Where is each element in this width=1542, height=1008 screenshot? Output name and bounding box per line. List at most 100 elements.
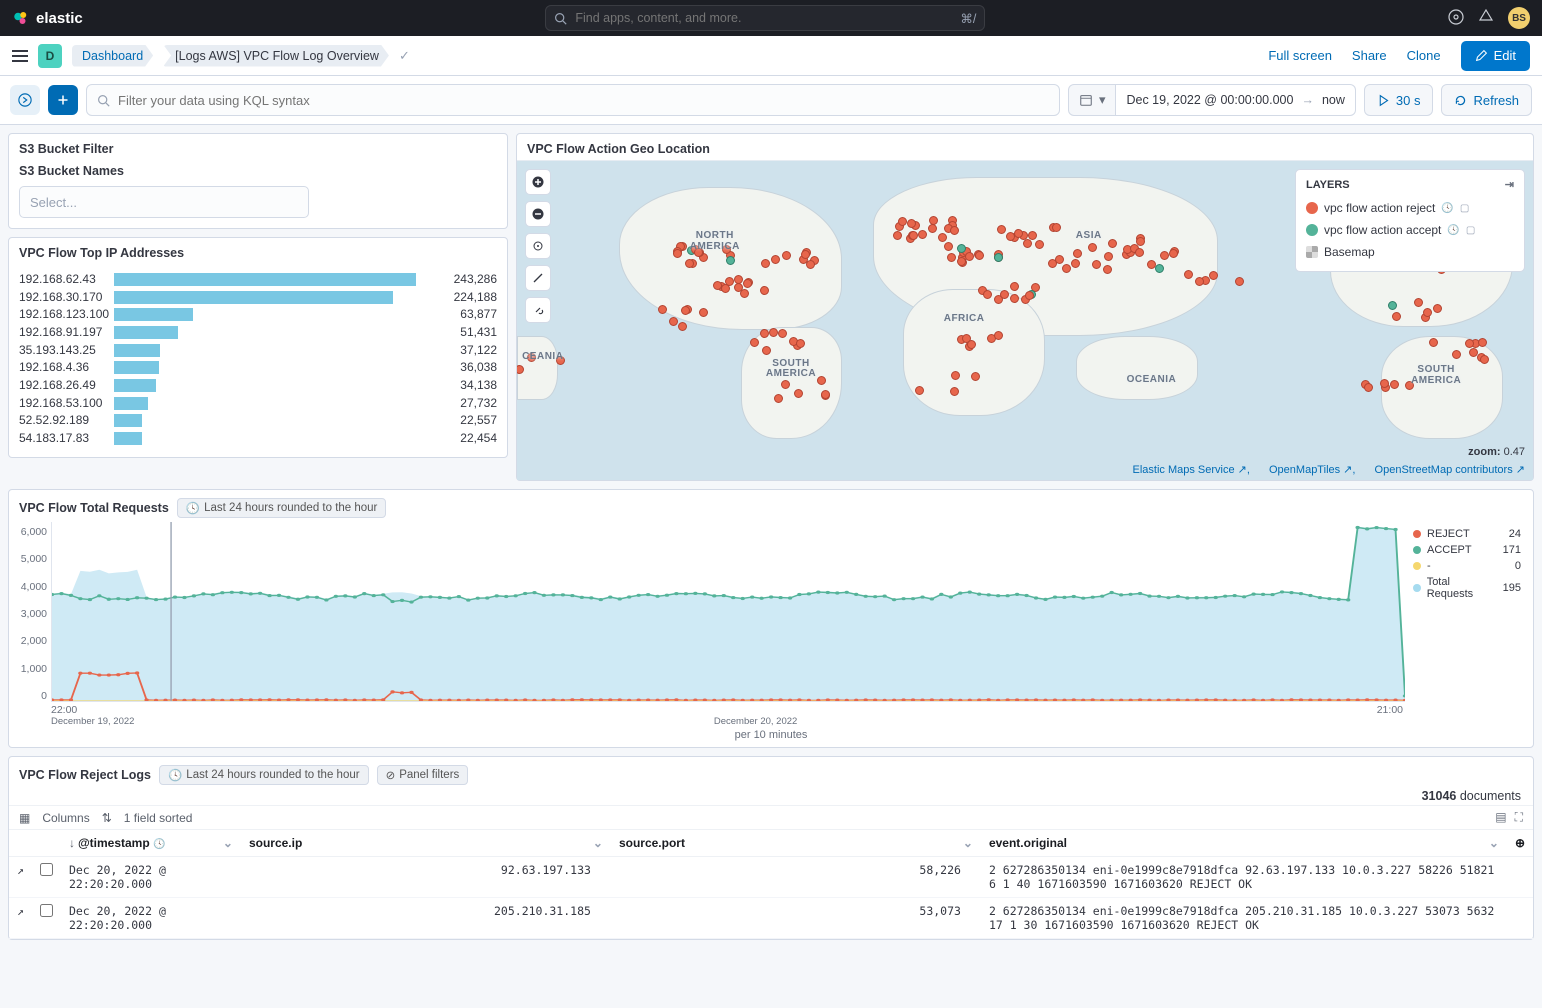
cell-event-original: 2 627286350134 eni-0e1999c8e7918dfca 92.…	[981, 857, 1507, 898]
header-timestamp[interactable]: ↓@timestamp 🕓⌄	[61, 830, 241, 857]
row-checkbox[interactable]	[40, 863, 53, 876]
cell-event-original: 2 627286350134 eni-0e1999c8e7918dfca 205…	[981, 898, 1507, 939]
ip-address: 192.168.4.36	[19, 360, 114, 374]
nav-toggle[interactable]	[12, 50, 28, 62]
share-link[interactable]: Share	[1352, 48, 1387, 63]
continent-oc: OCEANIA	[1127, 375, 1177, 386]
panel-filters-chip[interactable]: ⊘Panel filters	[377, 765, 469, 785]
legend-accept[interactable]: ACCEPT171	[1413, 542, 1521, 558]
panel-top-ips: VPC Flow Top IP Addresses 192.168.62.432…	[8, 237, 508, 458]
layer-basemap[interactable]: Basemap	[1306, 241, 1514, 263]
ip-row[interactable]: 192.168.30.170224,188	[19, 288, 497, 306]
ip-row[interactable]: 192.168.53.10027,732	[19, 394, 497, 412]
global-search-input[interactable]	[575, 11, 952, 25]
app-badge[interactable]: D	[38, 44, 62, 68]
ip-row[interactable]: 192.168.4.3636,038	[19, 358, 497, 376]
chevron-down-icon[interactable]: ⌄	[223, 836, 233, 850]
table-row[interactable]: ↗Dec 20, 2022 @ 22:20:20.000205.210.31.1…	[9, 898, 1533, 939]
panel-total-requests: VPC Flow Total Requests 🕓 Last 24 hours …	[8, 489, 1534, 748]
help-icon[interactable]	[1448, 9, 1464, 28]
chevron-down-icon: ▾	[1099, 92, 1106, 108]
sort-label[interactable]: 1 field sorted	[124, 811, 193, 825]
column-add[interactable]: ⊕	[1507, 830, 1533, 857]
header-source-ip[interactable]: source.ip⌄	[241, 830, 611, 857]
kql-input[interactable]	[118, 93, 1049, 108]
date-picker-toggle[interactable]: ▾	[1068, 84, 1117, 116]
tools-button[interactable]	[525, 297, 551, 323]
newsfeed-icon[interactable]	[1478, 9, 1494, 28]
ip-row[interactable]: 192.168.91.19751,431	[19, 323, 497, 341]
refresh-interval[interactable]: 30 s	[1364, 84, 1434, 116]
requests-chart[interactable]	[51, 522, 1405, 702]
layer-accept[interactable]: vpc flow action accept 🕓 ▢	[1306, 219, 1514, 241]
kql-input-wrap[interactable]	[86, 84, 1060, 116]
clone-link[interactable]: Clone	[1407, 48, 1441, 63]
attr-link[interactable]: Elastic Maps Service ↗	[1125, 464, 1247, 476]
target-icon	[532, 240, 544, 252]
legend-total[interactable]: Total Requests195	[1413, 574, 1521, 602]
table-row[interactable]: ↗Dec 20, 2022 @ 22:20:20.00092.63.197.13…	[9, 857, 1533, 898]
header-event-original[interactable]: event.original⌄	[981, 830, 1507, 857]
expand-row-icon[interactable]: ↗	[9, 857, 32, 898]
cell-timestamp: Dec 20, 2022 @ 22:20:20.000	[61, 898, 241, 939]
draw-shape-button[interactable]	[525, 265, 551, 291]
time-chip[interactable]: 🕓 Last 24 hours rounded to the hour	[177, 498, 387, 518]
density-icon[interactable]: ▤	[1495, 810, 1506, 825]
layer-clock-icon: 🕓	[1447, 225, 1459, 236]
user-avatar[interactable]: BS	[1508, 7, 1530, 29]
zoom-out-button[interactable]	[525, 201, 551, 227]
collapse-filters-button[interactable]	[10, 85, 40, 115]
clock-icon: 🕓	[186, 501, 200, 515]
wrench-icon	[532, 304, 544, 316]
chip-label: Last 24 hours rounded to the hour	[204, 502, 377, 514]
brand-logo[interactable]: elastic	[12, 9, 83, 27]
ip-address: 192.168.30.170	[19, 290, 114, 304]
zoom-label: zoom: 0.47	[1468, 446, 1525, 458]
chevron-down-icon[interactable]: ⌄	[1489, 836, 1499, 850]
ip-row[interactable]: 52.52.92.18922,557	[19, 412, 497, 430]
ip-row[interactable]: 192.168.123.10063,877	[19, 305, 497, 323]
grid-icon[interactable]: ▦	[19, 811, 30, 825]
map-canvas[interactable]: NORTH AMERICA SOUTH AMERICA AFRICA ASIA …	[517, 160, 1533, 480]
brand-text: elastic	[36, 10, 83, 27]
panel-map: VPC Flow Action Geo Location NORTH AMERI…	[516, 133, 1534, 481]
ip-row[interactable]: 192.168.26.4934,138	[19, 376, 497, 394]
legend-dash[interactable]: -0	[1413, 558, 1521, 574]
attr-link[interactable]: OpenMapTiles ↗	[1261, 464, 1352, 476]
add-filter-button[interactable]	[48, 85, 78, 115]
attr-link[interactable]: OpenStreetMap contributors ↗	[1367, 464, 1525, 476]
chevron-down-icon[interactable]: ⌄	[593, 836, 603, 850]
edit-button[interactable]: Edit	[1461, 41, 1530, 71]
continent-cea: CEANIA	[522, 352, 563, 363]
elastic-logo-icon	[12, 9, 30, 27]
time-chip[interactable]: 🕓Last 24 hours rounded to the hour	[159, 765, 369, 785]
refresh-icon	[1454, 94, 1467, 107]
chevron-down-icon[interactable]: ⌄	[963, 836, 973, 850]
ip-count: 51,431	[437, 325, 497, 339]
panel-title: VPC Flow Reject Logs	[19, 768, 151, 782]
full-screen-link[interactable]: Full screen	[1268, 48, 1332, 63]
layer-box-icon: ▢	[1466, 225, 1475, 236]
layer-reject[interactable]: vpc flow action reject 🕓 ▢	[1306, 197, 1514, 219]
header-source-port[interactable]: source.port⌄	[611, 830, 981, 857]
s3-bucket-select[interactable]: Select...	[19, 186, 309, 218]
cell-source-port: 58,226	[611, 857, 981, 898]
ip-address: 54.183.17.83	[19, 431, 114, 445]
ip-row[interactable]: 192.168.62.43243,286	[19, 270, 497, 288]
expand-row-icon[interactable]: ↗	[9, 898, 32, 939]
ip-row[interactable]: 35.193.143.2537,122	[19, 341, 497, 359]
check-icon: ✓	[399, 48, 410, 64]
row-checkbox[interactable]	[40, 904, 53, 917]
ip-row[interactable]: 54.183.17.8322,454	[19, 429, 497, 447]
zoom-in-button[interactable]	[525, 169, 551, 195]
fit-bounds-button[interactable]	[525, 233, 551, 259]
layers-collapse-icon[interactable]: ⇥	[1505, 178, 1514, 191]
date-range[interactable]: Dec 19, 2022 @ 00:00:00.000 → now	[1116, 84, 1355, 116]
legend-reject[interactable]: REJECT24	[1413, 526, 1521, 542]
breadcrumb-dashboard[interactable]: Dashboard	[72, 45, 153, 67]
refresh-button[interactable]: Refresh	[1441, 84, 1532, 116]
global-search[interactable]: ⌘/	[545, 5, 985, 31]
fullscreen-table-icon[interactable]: ⛶	[1515, 810, 1523, 825]
panel-s3-filter: S3 Bucket Filter S3 Bucket Names Select.…	[8, 133, 508, 229]
columns-button[interactable]: Columns	[42, 811, 89, 825]
